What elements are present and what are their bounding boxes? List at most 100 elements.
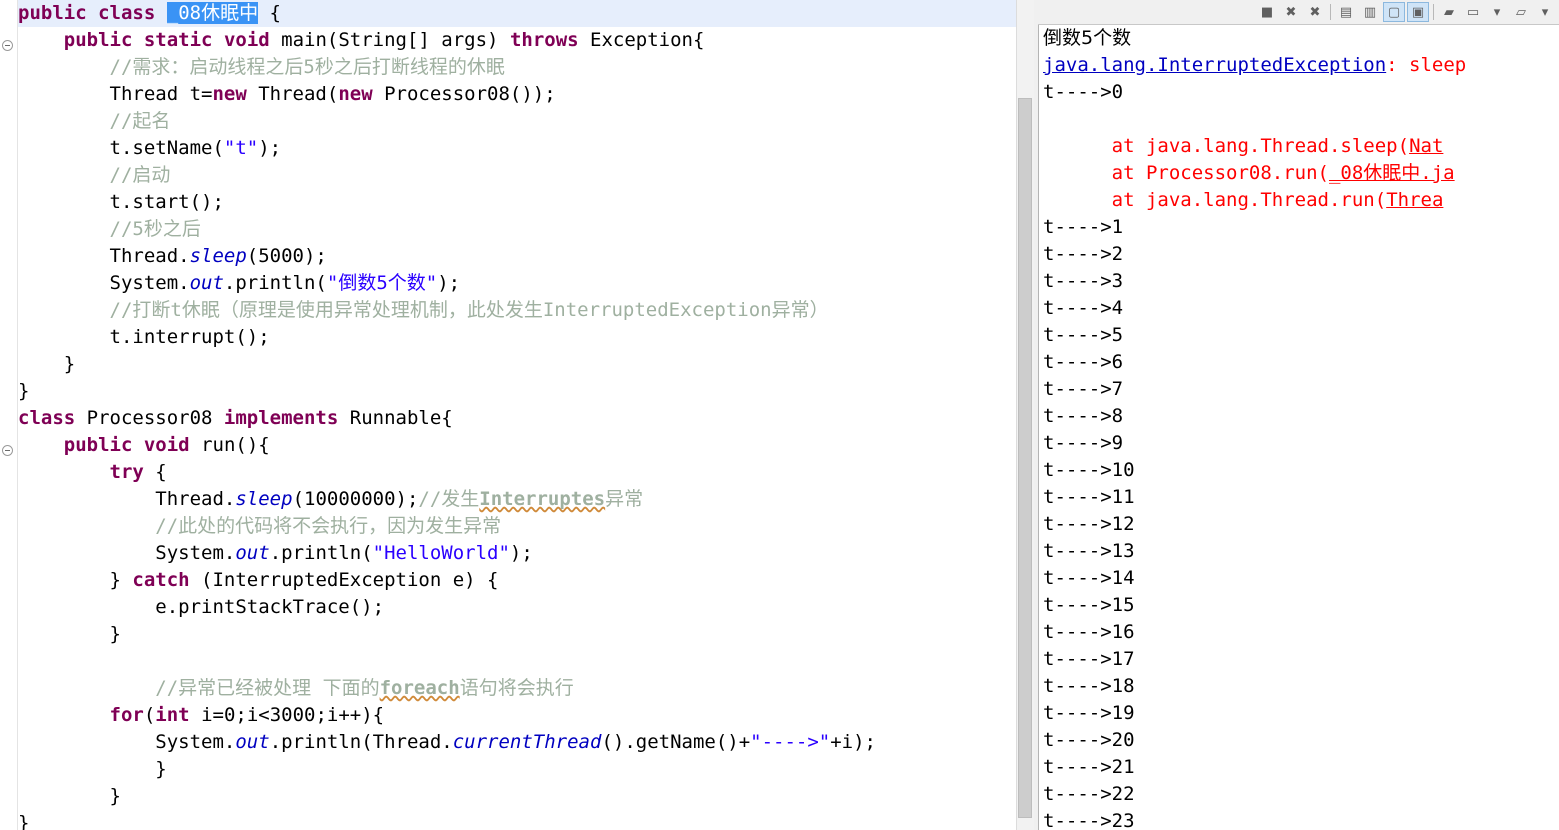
editor-folding-gutter[interactable] — [0, 0, 18, 830]
console-output-line[interactable]: t---->5 — [1039, 322, 1559, 349]
console-output-line[interactable]: t---->21 — [1039, 754, 1559, 781]
open-console-button[interactable]: ▱ — [1510, 2, 1532, 22]
console-output-line[interactable]: t---->19 — [1039, 700, 1559, 727]
code-line[interactable]: Thread.sleep(5000); — [18, 243, 1034, 270]
console-output-line[interactable]: t---->3 — [1039, 268, 1559, 295]
code-line[interactable]: } — [18, 783, 1034, 810]
terminate-button[interactable]: ■ — [1256, 2, 1278, 22]
console-output-line[interactable]: t---->2 — [1039, 241, 1559, 268]
code-token: void — [143, 434, 190, 456]
stack-trace-link[interactable]: _08休眠中.ja — [1329, 162, 1455, 184]
console-output-line[interactable]: t---->22 — [1039, 781, 1559, 808]
code-line[interactable]: class Processor08 implements Runnable{ — [18, 405, 1034, 432]
console-output-line[interactable]: java.lang.InterruptedException: sleep — [1039, 52, 1559, 79]
code-line[interactable]: } catch (InterruptedException e) { — [18, 567, 1034, 594]
code-line[interactable]: try { — [18, 459, 1034, 486]
console-text: t---->10 — [1043, 459, 1135, 481]
java-editor-pane[interactable]: public class _08休眠中 { public static void… — [0, 0, 1034, 830]
code-token: (10000000); — [292, 488, 419, 510]
console-output-line[interactable]: t---->10 — [1039, 457, 1559, 484]
show-console-on-output-button[interactable]: ▢ — [1383, 2, 1405, 22]
code-token: (5000); — [246, 245, 327, 267]
console-text: t---->7 — [1043, 378, 1124, 400]
code-line[interactable]: public static void main(String[] args) t… — [18, 27, 1034, 54]
code-line[interactable]: //此处的代码将不会执行，因为发生异常 — [18, 513, 1034, 540]
console-output-line[interactable]: t---->14 — [1039, 565, 1559, 592]
code-line[interactable]: e.printStackTrace(); — [18, 594, 1034, 621]
code-line[interactable]: System.out.println(Thread.currentThread(… — [18, 729, 1034, 756]
console-output-line[interactable]: t---->16 — [1039, 619, 1559, 646]
clear-console-button[interactable]: ▤ — [1335, 2, 1357, 22]
console-output-line[interactable]: at java.lang.Thread.run(Threa — [1039, 187, 1559, 214]
console-output-line[interactable]: t---->17 — [1039, 646, 1559, 673]
code-line[interactable]: } — [18, 378, 1034, 405]
show-console-on-error-button[interactable]: ▣ — [1407, 2, 1429, 22]
view-menu-button[interactable]: ▾ — [1534, 2, 1556, 22]
display-selected-console-button[interactable]: ▭ — [1462, 2, 1484, 22]
code-line[interactable] — [18, 648, 1034, 675]
code-line[interactable]: //起名 — [18, 108, 1034, 135]
console-output-line[interactable]: t---->18 — [1039, 673, 1559, 700]
code-line[interactable]: } — [18, 621, 1034, 648]
console-output-line[interactable]: t---->8 — [1039, 403, 1559, 430]
code-line[interactable]: t.setName("t"); — [18, 135, 1034, 162]
console-view-pane: ■ ✖ ✖ ▤ ▥ ▢ ▣ ▰ ▭ ▾ ▱ ▾ 倒数5个数 java.lang.InterruptedE… — [1038, 0, 1559, 830]
console-text: at Processor08.run( — [1111, 162, 1329, 184]
pin-console-button[interactable]: ▰ — [1438, 2, 1460, 22]
scroll-lock-button[interactable]: ▥ — [1359, 2, 1381, 22]
code-line[interactable]: } — [18, 756, 1034, 783]
code-line[interactable]: System.out.println("倒数5个数"); — [18, 270, 1034, 297]
console-output-line[interactable]: t---->4 — [1039, 295, 1559, 322]
code-fold-collapse-icon[interactable] — [2, 40, 13, 51]
code-line[interactable]: Thread t=new Thread(new Processor08()); — [18, 81, 1034, 108]
console-output-line[interactable]: t---->1 — [1039, 214, 1559, 241]
stack-trace-link[interactable]: Nat — [1409, 135, 1443, 157]
code-fold-collapse-icon[interactable] — [2, 445, 13, 456]
console-output-line[interactable]: at Processor08.run(_08休眠中.ja — [1039, 160, 1559, 187]
code-line[interactable]: //打断t休眠（原理是使用异常处理机制，此处发生InterruptedExcep… — [18, 297, 1034, 324]
code-token: } — [109, 785, 121, 807]
console-output-line[interactable]: t---->20 — [1039, 727, 1559, 754]
code-line[interactable]: for(int i=0;i<3000;i++){ — [18, 702, 1034, 729]
editor-scrollbar-thumb[interactable] — [1018, 98, 1032, 818]
toolbar-separator — [1433, 4, 1434, 20]
code-token: } — [155, 758, 167, 780]
stack-trace-link[interactable]: Threa — [1386, 189, 1443, 211]
code-line[interactable]: } — [18, 351, 1034, 378]
console-output-line[interactable] — [1039, 106, 1559, 133]
console-output-area[interactable]: 倒数5个数 java.lang.InterruptedException: sle… — [1038, 25, 1559, 830]
editor-vertical-scrollbar[interactable] — [1016, 0, 1034, 830]
code-line[interactable]: //需求：启动线程之后5秒之后打断线程的休眠 — [18, 54, 1034, 81]
console-output-line[interactable]: t---->6 — [1039, 349, 1559, 376]
console-output-line[interactable]: t---->7 — [1039, 376, 1559, 403]
code-line[interactable]: Thread.sleep(10000000);//发生Interruptes异常 — [18, 486, 1034, 513]
console-output-line[interactable]: t---->23 — [1039, 808, 1559, 830]
console-output-line[interactable]: t---->0 — [1039, 79, 1559, 106]
code-line[interactable]: } — [18, 810, 1034, 830]
console-output-line[interactable]: 倒数5个数 — [1039, 25, 1559, 52]
code-line[interactable]: t.start(); — [18, 189, 1034, 216]
code-line[interactable]: public class _08休眠中 { — [18, 0, 1034, 27]
console-output-line[interactable]: t---->15 — [1039, 592, 1559, 619]
code-text-area[interactable]: public class _08休眠中 { public static void… — [18, 0, 1034, 830]
code-line[interactable]: //异常已经被处理 下面的foreach语句将会执行 — [18, 675, 1034, 702]
console-output-line[interactable]: at java.lang.Thread.sleep(Nat — [1039, 133, 1559, 160]
console-text: : sleep — [1386, 54, 1467, 76]
console-output-line[interactable]: t---->12 — [1039, 511, 1559, 538]
code-line[interactable]: //5秒之后 — [18, 216, 1034, 243]
console-dropdown-button[interactable]: ▾ — [1486, 2, 1508, 22]
console-output-line[interactable]: t---->9 — [1039, 430, 1559, 457]
console-output-line[interactable]: t---->13 — [1039, 538, 1559, 565]
code-line[interactable]: //启动 — [18, 162, 1034, 189]
code-line[interactable]: System.out.println("HelloWorld"); — [18, 540, 1034, 567]
console-output-line[interactable]: t---->11 — [1039, 484, 1559, 511]
code-line[interactable]: public void run(){ — [18, 432, 1034, 459]
remove-all-launches-button[interactable]: ✖ — [1304, 2, 1326, 22]
stack-trace-link[interactable]: java.lang.InterruptedException — [1043, 54, 1386, 76]
remove-launch-button[interactable]: ✖ — [1280, 2, 1302, 22]
code-line[interactable]: t.interrupt(); — [18, 324, 1034, 351]
